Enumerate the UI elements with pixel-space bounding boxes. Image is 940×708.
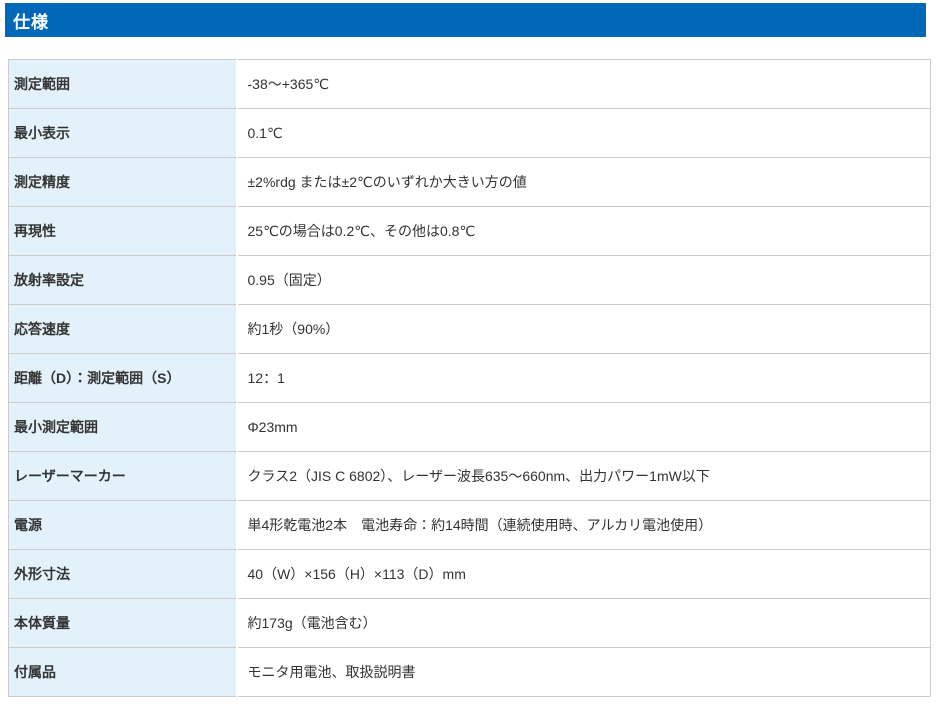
spec-row-dimensions: 外形寸法 40（W）×156（H）×113（D）mm (9, 550, 931, 599)
section-title: 仕様 (5, 8, 49, 33)
spec-value: ±2%rdg または±2℃のいずれか大きい方の値 (237, 158, 931, 207)
spec-label: 付属品 (9, 648, 237, 697)
spec-row-distance-ratio: 距離（D）：測定範囲（S） 12：1 (9, 354, 931, 403)
spec-label: 最小測定範囲 (9, 403, 237, 452)
spec-row-repeatability: 再現性 25℃の場合は0.2℃、その他は0.8℃ (9, 207, 931, 256)
spec-label: 測定精度 (9, 158, 237, 207)
spec-value: Φ23mm (237, 403, 931, 452)
spec-label: 本体質量 (9, 599, 237, 648)
spec-value: 0.95（固定） (237, 256, 931, 305)
spec-label: 応答速度 (9, 305, 237, 354)
spec-value: クラス2（JIS C 6802）、レーザー波長635〜660nm、出力パワー1m… (237, 452, 931, 501)
spec-label: レーザーマーカー (9, 452, 237, 501)
spec-label: 再現性 (9, 207, 237, 256)
spec-label: 最小表示 (9, 109, 237, 158)
spec-value: 約1秒（90%） (237, 305, 931, 354)
spec-value: -38〜+365℃ (237, 60, 931, 109)
spec-row-accessories: 付属品 モニタ用電池、取扱説明書 (9, 648, 931, 697)
spec-value: 12：1 (237, 354, 931, 403)
spec-table-body: 測定範囲 -38〜+365℃ 最小表示 0.1℃ 測定精度 ±2%rdg または… (9, 60, 931, 697)
spec-row-laser-marker: レーザーマーカー クラス2（JIS C 6802）、レーザー波長635〜660n… (9, 452, 931, 501)
spec-row-power-source: 電源 単4形乾電池2本 電池寿命：約14時間（連続使用時、アルカリ電池使用） (9, 501, 931, 550)
spec-label: 電源 (9, 501, 237, 550)
spec-label: 放射率設定 (9, 256, 237, 305)
spec-table: 測定範囲 -38〜+365℃ 最小表示 0.1℃ 測定精度 ±2%rdg または… (8, 59, 931, 697)
spec-row-emissivity: 放射率設定 0.95（固定） (9, 256, 931, 305)
spec-value: モニタ用電池、取扱説明書 (237, 648, 931, 697)
spec-value: 単4形乾電池2本 電池寿命：約14時間（連続使用時、アルカリ電池使用） (237, 501, 931, 550)
spec-label: 距離（D）：測定範囲（S） (9, 354, 237, 403)
spec-value: 40（W）×156（H）×113（D）mm (237, 550, 931, 599)
spec-row-minimum-measurement-area: 最小測定範囲 Φ23mm (9, 403, 931, 452)
spec-row-weight: 本体質量 約173g（電池含む） (9, 599, 931, 648)
spec-label: 測定範囲 (9, 60, 237, 109)
spec-page: 仕様 測定範囲 -38〜+365℃ 最小表示 0.1℃ 測定精度 ±2%rdg … (0, 0, 940, 708)
spec-value: 25℃の場合は0.2℃、その他は0.8℃ (237, 207, 931, 256)
spec-row-accuracy: 測定精度 ±2%rdg または±2℃のいずれか大きい方の値 (9, 158, 931, 207)
spec-row-minimum-display: 最小表示 0.1℃ (9, 109, 931, 158)
spec-value: 約173g（電池含む） (237, 599, 931, 648)
section-header: 仕様 (5, 3, 926, 37)
spec-label: 外形寸法 (9, 550, 237, 599)
spec-row-measurement-range: 測定範囲 -38〜+365℃ (9, 60, 931, 109)
spec-value: 0.1℃ (237, 109, 931, 158)
spec-row-response-speed: 応答速度 約1秒（90%） (9, 305, 931, 354)
